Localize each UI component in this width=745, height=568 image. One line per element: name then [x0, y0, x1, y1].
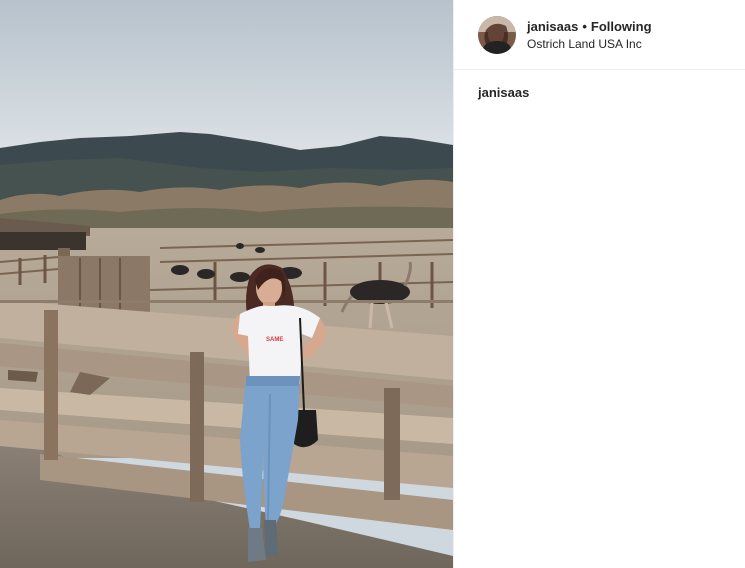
caption-username-link[interactable]: janisaas — [478, 85, 529, 100]
sky — [0, 0, 453, 160]
post-modal: SAME janisaas • Following Ostrich Land U… — [0, 0, 745, 568]
following-button[interactable]: Following — [591, 18, 652, 35]
shirt-print: SAME — [266, 337, 283, 343]
location-link[interactable]: Ostrich Land USA Inc — [527, 36, 652, 52]
post-sidebar: janisaas • Following Ostrich Land USA In… — [453, 0, 745, 568]
header-text: janisaas • Following Ostrich Land USA In… — [527, 18, 652, 52]
post-header: janisaas • Following Ostrich Land USA In… — [454, 0, 745, 70]
username-link[interactable]: janisaas — [527, 18, 578, 35]
post-photo[interactable]: SAME — [0, 0, 453, 568]
separator-dot: • — [582, 18, 587, 34]
photo-scene: SAME — [0, 0, 453, 568]
avatar[interactable] — [478, 15, 516, 54]
post-caption: janisaas — [478, 84, 529, 102]
avatar-image — [478, 15, 516, 54]
header-line: janisaas • Following — [527, 18, 652, 35]
